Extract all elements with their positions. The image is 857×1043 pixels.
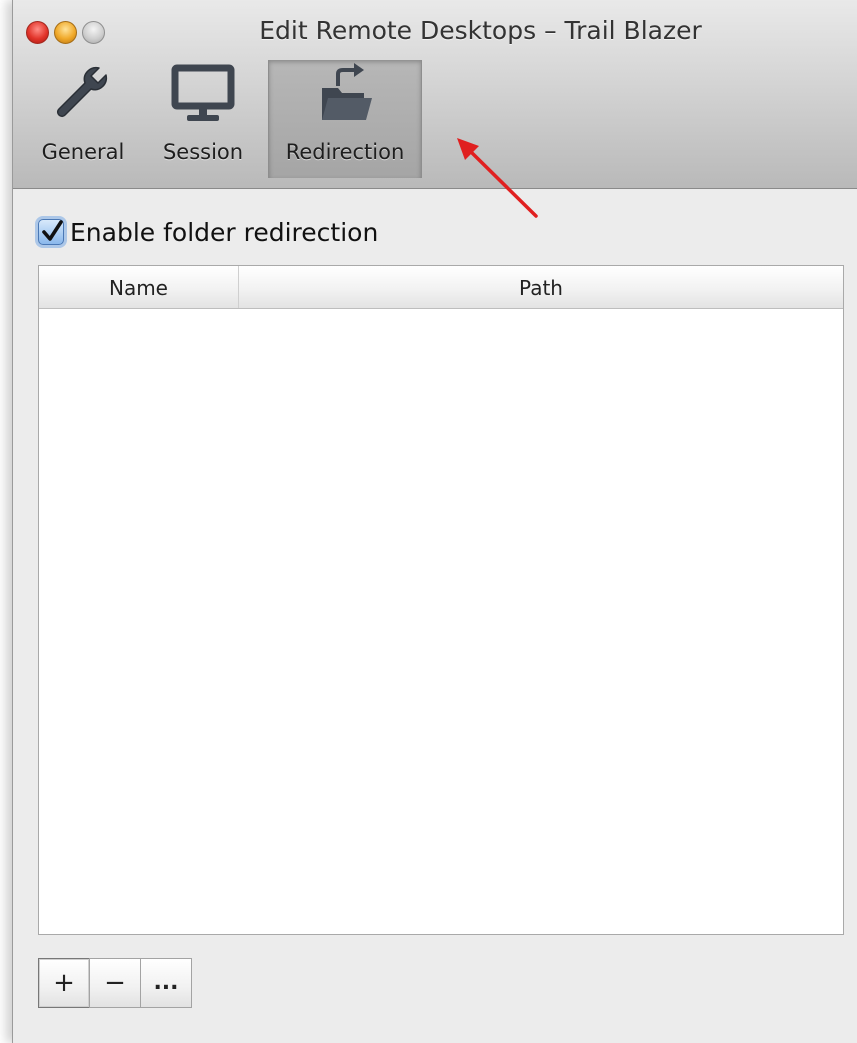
- monitor-icon: [155, 62, 251, 128]
- add-folder-button[interactable]: +: [38, 958, 90, 1008]
- column-header-path[interactable]: Path: [239, 266, 843, 308]
- tab-general-label: General: [41, 140, 125, 164]
- minimize-window-button[interactable]: [54, 21, 77, 44]
- column-header-name[interactable]: Name: [39, 266, 239, 308]
- tab-general[interactable]: General: [35, 60, 131, 178]
- remove-folder-button[interactable]: −: [89, 958, 141, 1008]
- minus-icon: −: [104, 968, 126, 998]
- edit-remote-desktops-window: Edit Remote Desktops – Trail Blazer Gene…: [12, 0, 857, 1043]
- checkmark-icon: [42, 220, 63, 241]
- tab-redirection[interactable]: Redirection: [268, 60, 422, 178]
- tab-redirection-label: Redirection: [285, 140, 405, 164]
- annotation-arrow-icon: [457, 138, 538, 218]
- table-header: Name Path: [39, 266, 843, 309]
- ellipsis-icon: ...: [153, 970, 179, 995]
- table-action-buttons: + − ...: [38, 958, 192, 1008]
- tab-session[interactable]: Session: [155, 60, 251, 178]
- tab-session-label: Session: [162, 140, 244, 164]
- enable-folder-redirection-label: Enable folder redirection: [70, 217, 379, 247]
- wrench-icon: [35, 62, 131, 128]
- folder-redirect-icon: [269, 62, 421, 128]
- enable-folder-redirection-row[interactable]: Enable folder redirection: [38, 217, 378, 247]
- close-window-button[interactable]: [26, 21, 49, 44]
- toolbar: Edit Remote Desktops – Trail Blazer Gene…: [13, 0, 857, 189]
- enable-folder-redirection-checkbox[interactable]: [38, 219, 64, 245]
- window-title: Edit Remote Desktops – Trail Blazer: [259, 16, 702, 45]
- plus-icon: +: [53, 968, 75, 998]
- zoom-window-button[interactable]: [82, 21, 105, 44]
- more-options-button[interactable]: ...: [140, 958, 192, 1008]
- redirected-folders-table[interactable]: Name Path: [38, 265, 844, 935]
